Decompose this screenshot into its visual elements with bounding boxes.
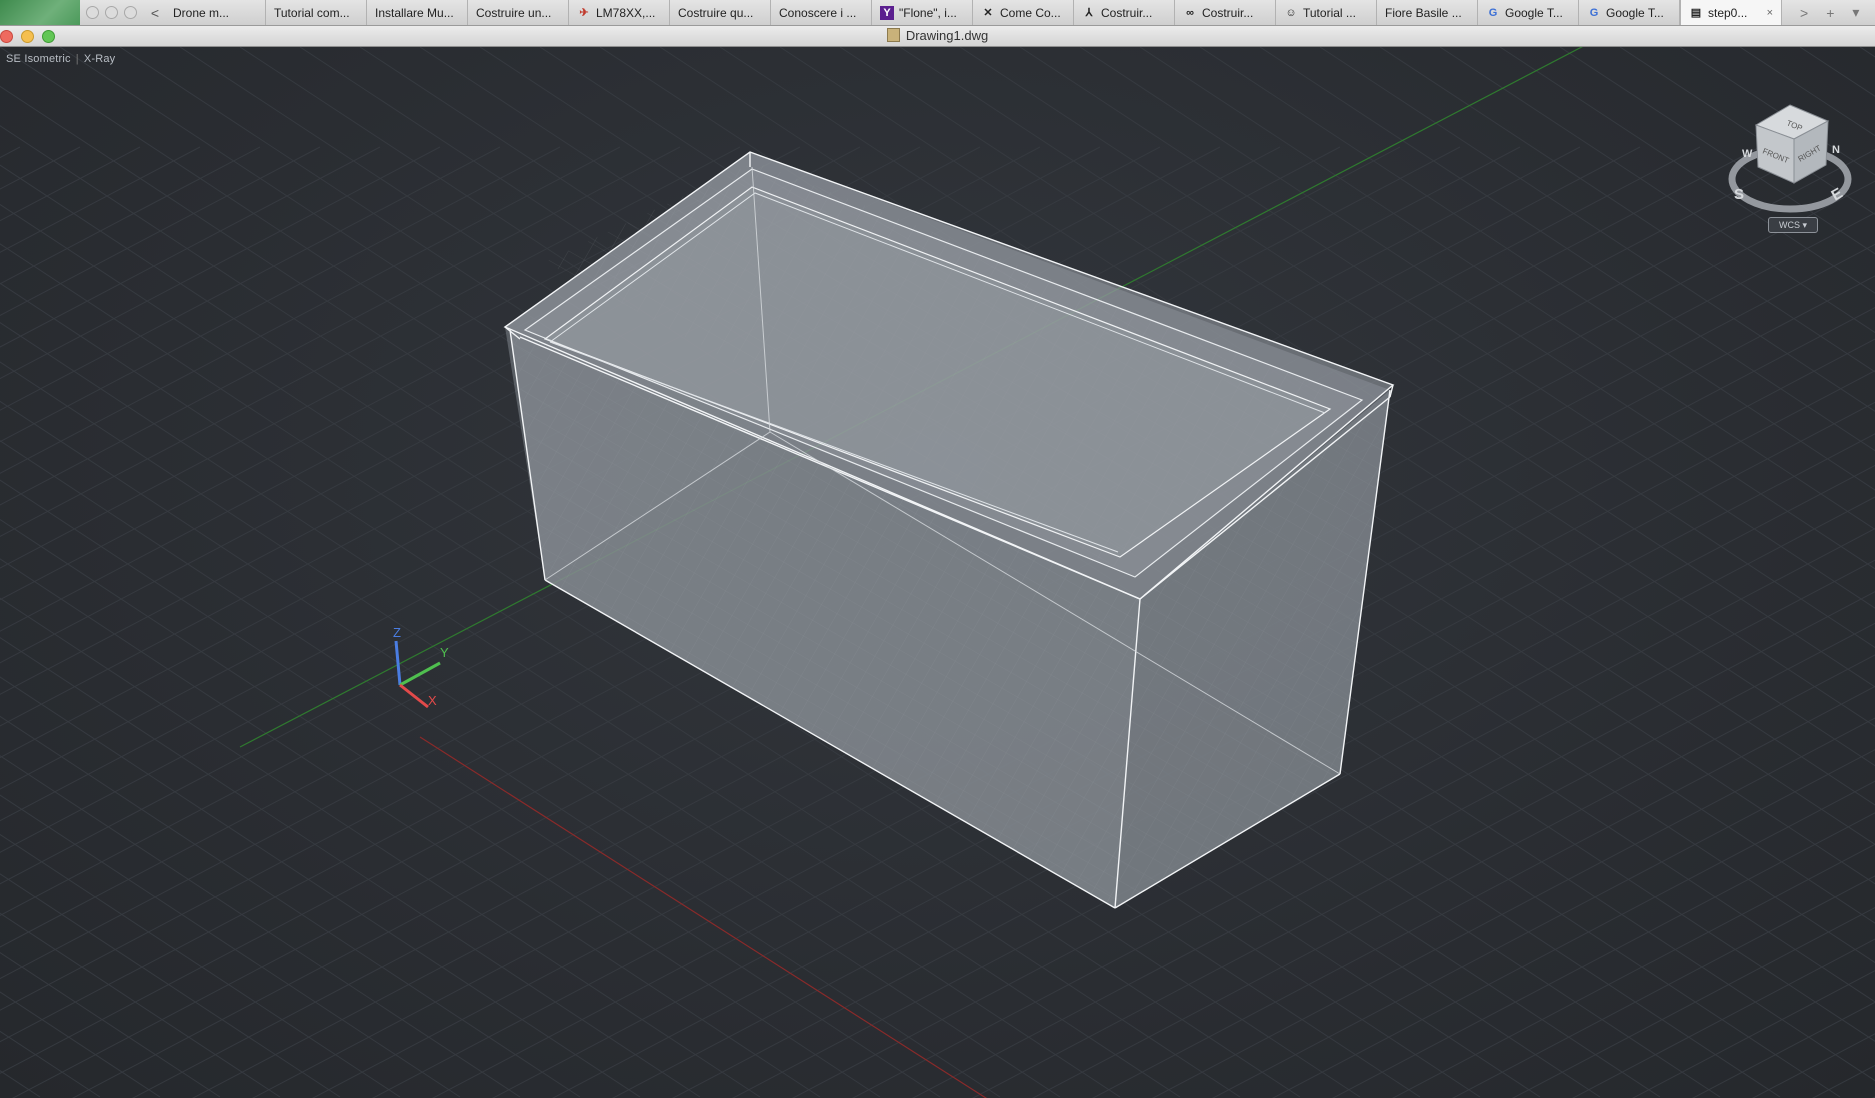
browser-tab-label: Costruire un... (476, 5, 552, 20)
tab-preview-thumbnail (0, 0, 80, 25)
browser-tab-label: LM78XX,... (596, 5, 656, 20)
browser-tab-label: Costruire qu... (678, 5, 754, 20)
browser-tab-label: "Flone", i... (899, 5, 957, 20)
window-controls (80, 0, 145, 25)
browser-tab[interactable]: Drone m... (165, 0, 266, 25)
browser-tab-label: step0... (1708, 5, 1748, 20)
browser-tab[interactable]: ☺ Tutorial ... (1276, 0, 1377, 25)
browser-tab[interactable]: Installare Mu... (367, 0, 468, 25)
browser-tab[interactable]: ∞ Costruir... (1175, 0, 1276, 25)
plane-icon: ✈ (579, 6, 589, 19)
chevron-left-icon: < (150, 4, 160, 21)
document-icon: ▤ (1690, 6, 1702, 19)
glasses-icon: ∞ (1186, 6, 1194, 19)
visual-style-control[interactable]: X-Ray (84, 53, 116, 65)
browser-tab-label: Google T... (1505, 5, 1563, 20)
zoom-window-button[interactable] (124, 6, 137, 19)
drawing-viewport[interactable]: Z Y X SE Isometric | X-Ray TOP FRONT RIGHT… (0, 47, 1875, 1098)
compass-west[interactable]: W (1742, 148, 1753, 160)
browser-tab-label: Costruir... (1202, 5, 1254, 20)
compass-north[interactable]: N (1832, 144, 1840, 156)
browser-tab-label: Come Co... (1000, 5, 1061, 20)
tabs-scroll-right-button[interactable]: > (1800, 5, 1808, 21)
browser-tab-label: Tutorial com... (274, 5, 350, 20)
browser-tab[interactable]: G Google T... (1579, 0, 1680, 25)
ucs-y-label: Y (440, 645, 449, 660)
ucs-z-axis (394, 640, 402, 686)
minimize-window-button[interactable] (105, 6, 118, 19)
window-title-bar: Drawing1.dwg (0, 26, 1875, 47)
label-separator: | (75, 53, 79, 65)
document-name: Drawing1.dwg (905, 28, 989, 43)
viewport-label: SE Isometric | X-Ray (6, 53, 115, 65)
browser-tab-label: Costruir... (1101, 5, 1153, 20)
dwg-document-icon (886, 28, 900, 42)
ucs-z-label: Z (393, 625, 401, 640)
browser-tab-label: Tutorial ... (1303, 5, 1356, 20)
yahoo-icon: Y (880, 5, 894, 20)
browser-tab-label: Fiore Basile ... (1385, 5, 1462, 20)
browser-tab[interactable]: G Google T... (1478, 0, 1579, 25)
browser-tab[interactable]: Y "Flone", i... (872, 0, 973, 25)
browser-tab[interactable]: ⅄ Costruir... (1074, 0, 1175, 25)
browser-tab[interactable]: ✈ LM78XX,... (569, 0, 670, 25)
window-title: Drawing1.dwg (0, 28, 1875, 43)
wcs-menu-button[interactable]: WCS ▾ (1768, 217, 1818, 233)
google-translate-icon: G (1589, 6, 1599, 19)
browser-tab[interactable]: Fiore Basile ... (1377, 0, 1478, 25)
close-tab-icon[interactable]: × (1763, 7, 1773, 19)
compass-south[interactable]: S (1734, 186, 1744, 203)
browser-tab[interactable]: Costruire qu... (670, 0, 771, 25)
browser-tab[interactable]: Tutorial com... (266, 0, 367, 25)
person-icon: ☺ (1285, 6, 1297, 19)
browser-tab-label: Google T... (1606, 5, 1664, 20)
browser-tab[interactable]: ✕ Come Co... (973, 0, 1074, 25)
new-tab-button[interactable]: + (1826, 5, 1834, 21)
browser-tab-label: Installare Mu... (375, 5, 454, 20)
ucs-x-axis (399, 683, 429, 709)
browser-tab-label: Conoscere i ... (779, 5, 857, 20)
ucs-x-label: X (428, 693, 437, 708)
xray-box-solid[interactable] (503, 151, 1395, 909)
tab-bar-controls: > + ▾ (1782, 0, 1859, 25)
scene-canvas[interactable]: Z Y X (0, 47, 1875, 1098)
viewcube[interactable]: TOP FRONT RIGHT S E W N (1720, 87, 1860, 227)
tab-strip: Drone m... Tutorial com... Installare Mu..… (165, 0, 1782, 25)
wcs-label: WCS (1778, 220, 1800, 230)
browser-tab-label: Drone m... (173, 5, 230, 20)
tabs-scroll-left-button[interactable]: < (145, 0, 165, 25)
ucs-y-axis (399, 661, 441, 687)
ucs-icon[interactable]: Z Y X (393, 625, 449, 709)
figure-icon: ⅄ (1085, 6, 1093, 19)
browser-tab-bar: < Drone m... Tutorial com... Installare Mu… (0, 0, 1875, 26)
close-window-button[interactable] (86, 6, 99, 19)
view-name-control[interactable]: SE Isometric (6, 53, 71, 65)
drone-icon: ✕ (983, 6, 993, 19)
google-translate-icon: G (1488, 6, 1498, 19)
browser-tab[interactable]: ▤ step0... × (1680, 0, 1782, 25)
browser-tab[interactable]: Costruire un... (468, 0, 569, 25)
tab-menu-button[interactable]: ▾ (1852, 4, 1859, 21)
browser-tab[interactable]: Conoscere i ... (771, 0, 872, 25)
